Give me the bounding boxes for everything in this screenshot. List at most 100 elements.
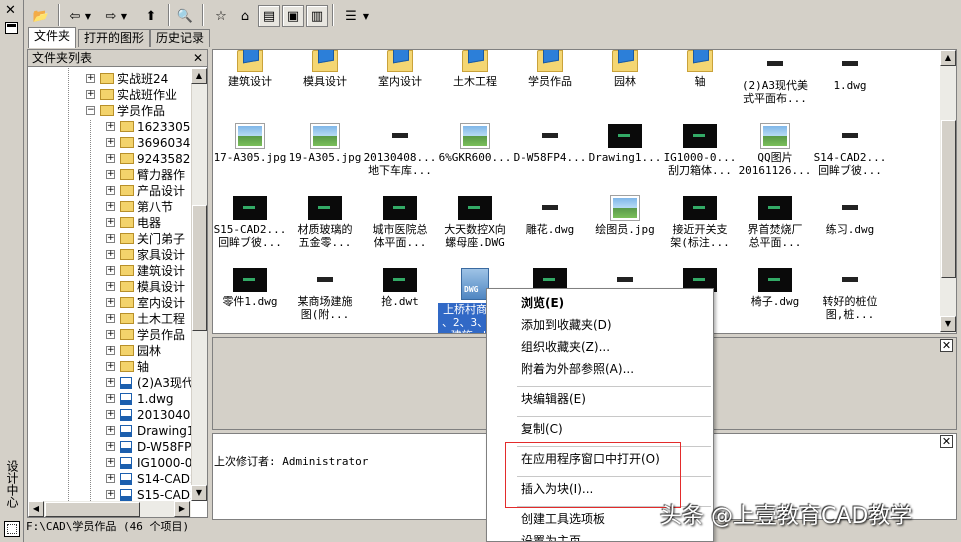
tab-history[interactable]: 历史记录 [150,29,211,47]
tree-item[interactable]: + 模具设计 [28,279,191,295]
file-item[interactable]: 练习.dwg [813,196,887,236]
expand-icon[interactable]: + [106,154,115,163]
file-item[interactable]: 椅子.dwg [738,268,812,308]
menu-item[interactable]: 设置为主页 [521,533,581,541]
tree-item[interactable]: + 臂力器作 [28,167,191,183]
expand-icon[interactable]: + [106,138,115,147]
scroll-left-icon[interactable]: ◀ [28,501,44,517]
expand-icon[interactable]: + [106,234,115,243]
file-item[interactable]: 界首焚烧厂 总平面... [738,196,812,249]
content-vertical-scrollbar[interactable]: ▲ ▼ [940,50,956,333]
expand-icon[interactable]: + [106,218,115,227]
folder-item[interactable]: 园林 [588,50,662,88]
tree-item[interactable]: +92435826 [28,151,191,167]
scroll-right-icon[interactable]: ▶ [174,501,190,517]
file-item[interactable]: 接近开关支 架(标注... [663,196,737,249]
close-icon[interactable]: ✕ [5,3,16,18]
expand-icon[interactable]: + [106,410,115,419]
menu-item[interactable]: 浏览(E) [521,295,564,311]
tree-item[interactable]: + 实战班作业 [28,87,191,103]
file-item[interactable]: IG1000-0... 刮刀箱体... [663,124,737,177]
scroll-up-icon[interactable]: ▲ [191,68,207,84]
tree-item[interactable]: + 土木工程 [28,311,191,327]
scroll-up-icon[interactable]: ▲ [940,50,956,66]
tab-folders[interactable]: 文件夹 [28,27,77,48]
tree-view-toggle-icon[interactable]: ▤ [258,5,280,27]
file-item[interactable]: D-W58FP4... [513,124,587,164]
tree-horizontal-scrollbar[interactable]: ◀ ▶ [28,501,191,517]
tree-item[interactable]: + IG1000-0 [28,455,191,471]
menu-item[interactable]: 块编辑器(E) [521,391,586,407]
folder-item[interactable]: 土木工程 [438,50,512,88]
views-icon[interactable]: ☰ [340,5,362,27]
expand-icon[interactable]: + [106,202,115,211]
folder-item[interactable]: 建筑设计 [213,50,287,88]
description-toggle-icon[interactable]: ▥ [306,5,328,27]
grid-icon[interactable] [4,521,20,537]
scroll-down-icon[interactable]: ▼ [191,485,207,501]
expand-icon[interactable]: + [106,282,115,291]
search-icon[interactable]: 🔍 [174,5,196,27]
file-item[interactable]: Drawing1... [588,124,662,164]
menu-item[interactable]: 添加到收藏夹(D) [521,317,612,333]
expand-icon[interactable]: + [106,346,115,355]
expand-icon[interactable]: + [106,330,115,339]
favorites-icon[interactable]: ☆ [210,5,232,27]
forward-dropdown-icon[interactable]: ▼ [118,5,130,27]
file-item[interactable]: QQ图片 20161126... [738,123,812,177]
expand-icon[interactable]: + [86,90,95,99]
tree-item[interactable]: + D-W58FP4 [28,439,191,455]
expand-icon[interactable]: + [106,490,115,499]
views-dropdown-icon[interactable]: ▼ [360,5,372,27]
menu-item[interactable]: 组织收藏夹(Z)... [521,339,610,355]
expand-icon[interactable]: + [106,378,115,387]
tree-item[interactable]: + (2)A3现代 [28,375,191,391]
file-item[interactable]: 转好的桩位 图,桩... [813,268,887,321]
file-item[interactable]: 大天数控X向 螺母座.DWG [438,196,512,249]
file-item[interactable]: 城市医院总 体平面... [363,196,437,249]
close-icon[interactable]: ✕ [940,435,953,448]
close-icon[interactable]: ✕ [193,50,203,66]
tree-vertical-scrollbar[interactable]: ▲ ▼ [191,68,207,501]
tab-open-drawings[interactable]: 打开的图形 [78,29,151,47]
tree-item[interactable]: + 学员作品 [28,327,191,343]
scroll-thumb[interactable] [45,502,140,517]
tree-item[interactable]: + 电器 [28,215,191,231]
file-item[interactable]: 1.dwg [813,52,887,92]
file-item[interactable]: 某商场建施 图(附... [288,268,362,321]
expand-icon[interactable]: + [106,362,115,371]
expand-icon[interactable]: + [106,250,115,259]
expand-icon[interactable]: + [106,186,115,195]
tree-item[interactable]: +36960345 [28,135,191,151]
tree-item[interactable]: + 室内设计 [28,295,191,311]
file-item[interactable]: 20130408... 地下车库... [363,124,437,177]
file-item[interactable]: 材质玻璃的 五金零... [288,196,362,249]
tree-item[interactable]: + 轴 [28,359,191,375]
tree-item[interactable]: + 家具设计 [28,247,191,263]
tree-item[interactable]: + 产品设计 [28,183,191,199]
tree-item[interactable]: + S14-CAD2 [28,471,191,487]
file-item[interactable]: 抢.dwt [363,268,437,308]
expand-icon[interactable]: + [106,266,115,275]
tree-item[interactable]: +20130408 [28,407,191,423]
expand-icon[interactable]: + [86,74,95,83]
tree-item[interactable]: +16233054 [28,119,191,135]
tree-item[interactable]: + Drawing1. [28,423,191,439]
folder-item[interactable]: 室内设计 [363,50,437,88]
file-item[interactable]: S15-CAD2... 回眸ブ彼... [213,196,287,249]
close-icon[interactable]: ✕ [940,339,953,352]
open-folder-icon[interactable]: 📂 [30,5,52,27]
file-item[interactable]: 19-A305.jpg [288,123,362,164]
tree-item[interactable]: + 关门弟子 [28,231,191,247]
folder-item[interactable]: 学员作品 [513,50,587,88]
expand-icon[interactable]: + [106,122,115,131]
expand-icon[interactable]: + [106,458,115,467]
tree-item[interactable]: + 园林 [28,343,191,359]
tree-item[interactable]: +1.dwg [28,391,191,407]
file-item[interactable]: 6%GKR600... [438,123,512,164]
folder-item[interactable]: 轴 [663,50,737,88]
folder-item[interactable]: 模具设计 [288,50,362,88]
expand-icon[interactable]: + [106,170,115,179]
tree-item[interactable]: + 建筑设计 [28,263,191,279]
expand-icon[interactable]: + [106,394,115,403]
